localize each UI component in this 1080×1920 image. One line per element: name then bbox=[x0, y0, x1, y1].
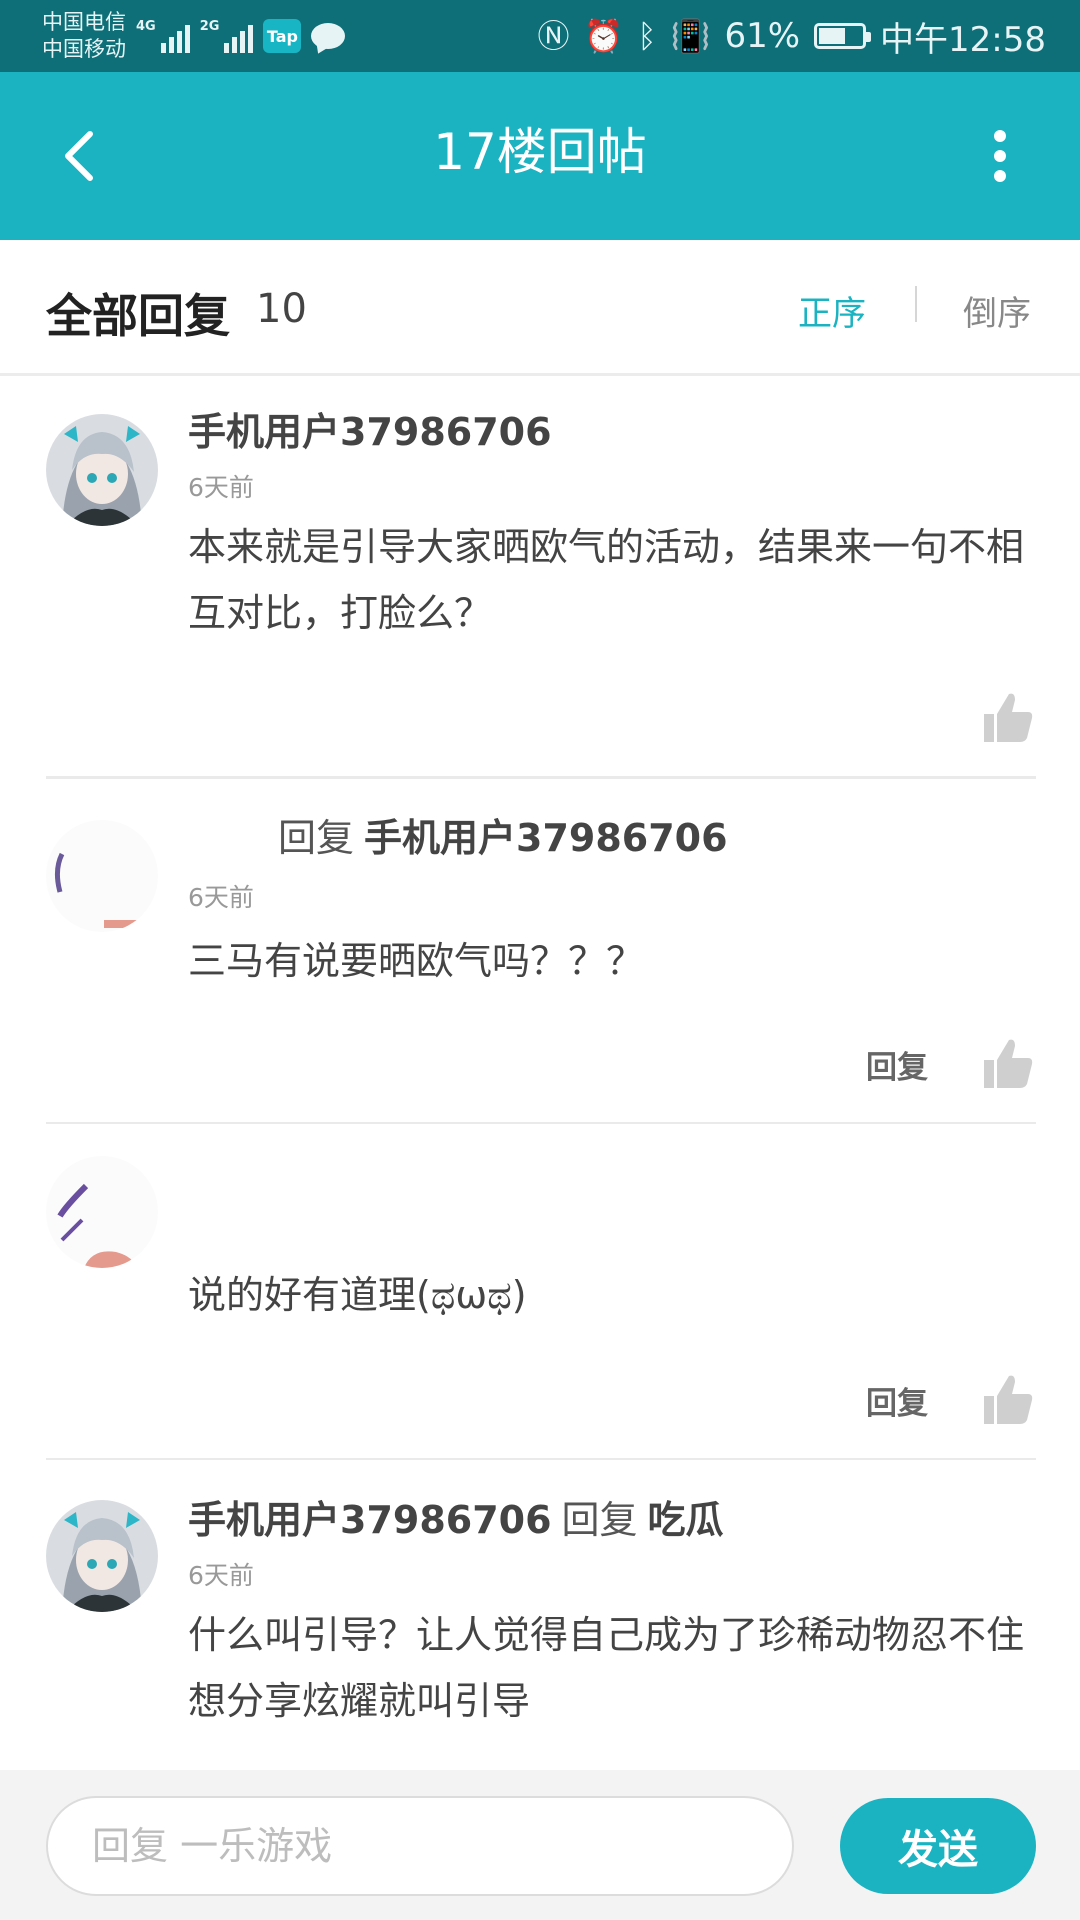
sort-ascending-tab[interactable]: 正序 bbox=[798, 286, 866, 335]
avatar[interactable] bbox=[46, 1500, 158, 1612]
reply-content: 本来就是引导大家晒欧气的活动，结果来一句不相互对比，打脸么？ bbox=[188, 525, 1025, 635]
vibrate-icon: 📳 bbox=[670, 17, 711, 55]
reply-target-name[interactable]: 吃瓜 bbox=[648, 1498, 724, 1542]
divider bbox=[46, 776, 1036, 779]
avatar[interactable] bbox=[46, 1156, 158, 1268]
reply-time: 6天前 bbox=[188, 473, 254, 502]
signal-1-icon: 4G bbox=[136, 19, 190, 53]
network-type-2: 2G bbox=[199, 19, 220, 34]
reply-button[interactable]: 回复 bbox=[866, 1378, 928, 1423]
author-line: 手机用户37986706 bbox=[188, 408, 552, 456]
reply-target-name[interactable]: 手机用户37986706 bbox=[364, 816, 728, 860]
network-type-1: 4G bbox=[136, 19, 156, 34]
reply-time: 6天前 bbox=[188, 1561, 254, 1590]
avatar[interactable] bbox=[46, 414, 158, 526]
author-line: 手机用户37986706 回复 吃瓜 bbox=[188, 1496, 724, 1544]
author-line bbox=[188, 1150, 268, 1198]
chat-icon bbox=[311, 23, 346, 49]
status-right: Ⓝ ⏰ ᛒ 📳 61% 中午12:58 bbox=[538, 12, 1046, 61]
blurred-avatar-icon bbox=[46, 820, 158, 932]
reply-content: 什么叫引导？让人觉得自己成为了珍稀动物忍不住想分享炫耀就叫引导 bbox=[188, 1613, 1025, 1723]
more-options-button[interactable] bbox=[960, 116, 1040, 196]
reply-input[interactable] bbox=[46, 1796, 794, 1896]
like-thumb-icon[interactable] bbox=[982, 1374, 1034, 1426]
author-line: 回复 手机用户37986706 bbox=[188, 814, 728, 862]
author-name[interactable]: 手机用户37986706 bbox=[188, 410, 552, 454]
reply-count: 10 bbox=[256, 286, 307, 332]
author-name[interactable]: 手机用户37986706 bbox=[188, 1498, 552, 1542]
app-bar: 17楼回帖 bbox=[0, 72, 1080, 240]
all-replies-title: 全部回复 bbox=[46, 289, 230, 343]
send-button[interactable]: 发送 bbox=[840, 1798, 1036, 1894]
page-title: 17楼回帖 bbox=[433, 123, 647, 181]
reply-item: 回复 手机用户37986706 6天前 三马有说要晒欧气吗？？？ 回复 bbox=[46, 780, 1036, 1125]
reply-item: 手机用户37986706 回复 吃瓜 6天前 什么叫引导？让人觉得自己成为了珍稀动物… bbox=[46, 1460, 1036, 1770]
blurred-avatar-icon bbox=[46, 1156, 158, 1268]
status-left: 中国电信 中国移动 4G 2G Tap bbox=[42, 9, 346, 63]
more-vertical-icon bbox=[994, 130, 1006, 182]
battery-icon bbox=[814, 23, 872, 49]
anime-avatar-icon bbox=[46, 414, 158, 526]
replies-header: 全部回复 10 正序 倒序 bbox=[0, 240, 1080, 376]
clock: 中午12:58 bbox=[880, 19, 1046, 60]
nfc-icon: Ⓝ bbox=[537, 17, 570, 55]
avatar[interactable] bbox=[46, 820, 158, 932]
reply-content: 说的好有道理(ಥωಥ) bbox=[188, 1273, 527, 1317]
reply-content: 三马有说要晒欧气吗？？？ bbox=[188, 939, 645, 983]
reply-item: 说的好有道理(ಥωಥ) 回复 bbox=[46, 1124, 1036, 1461]
like-thumb-icon[interactable] bbox=[982, 1038, 1034, 1090]
reply-time: 6天前 bbox=[188, 883, 254, 912]
reply-button[interactable]: 回复 bbox=[866, 1042, 928, 1087]
battery-percent: 61% bbox=[724, 16, 801, 56]
like-thumb-icon[interactable] bbox=[982, 692, 1034, 744]
status-bar: 中国电信 中国移动 4G 2G Tap Ⓝ ⏰ ᛒ 📳 61% 中午12:58 bbox=[0, 0, 1080, 72]
bluetooth-icon: ᛒ bbox=[637, 17, 657, 55]
tap-app-icon: Tap bbox=[263, 19, 302, 53]
carrier-2: 中国移动 bbox=[42, 37, 126, 61]
carrier-labels: 中国电信 中国移动 bbox=[42, 9, 126, 63]
anime-avatar-icon bbox=[46, 1500, 158, 1612]
reply-connector: 回复 bbox=[561, 1498, 638, 1542]
reply-connector: 回复 bbox=[278, 816, 355, 860]
signal-2-icon: 2G bbox=[200, 19, 254, 53]
reply-item: 手机用户37986706 6天前 本来就是引导大家晒欧气的活动，结果来一句不相互… bbox=[46, 378, 1036, 780]
carrier-1: 中国电信 bbox=[42, 10, 126, 34]
sort-divider bbox=[915, 286, 917, 322]
reply-input-bar: 发送 bbox=[0, 1770, 1080, 1920]
alarm-icon: ⏰ bbox=[583, 17, 624, 55]
sort-descending-tab[interactable]: 倒序 bbox=[963, 286, 1031, 335]
